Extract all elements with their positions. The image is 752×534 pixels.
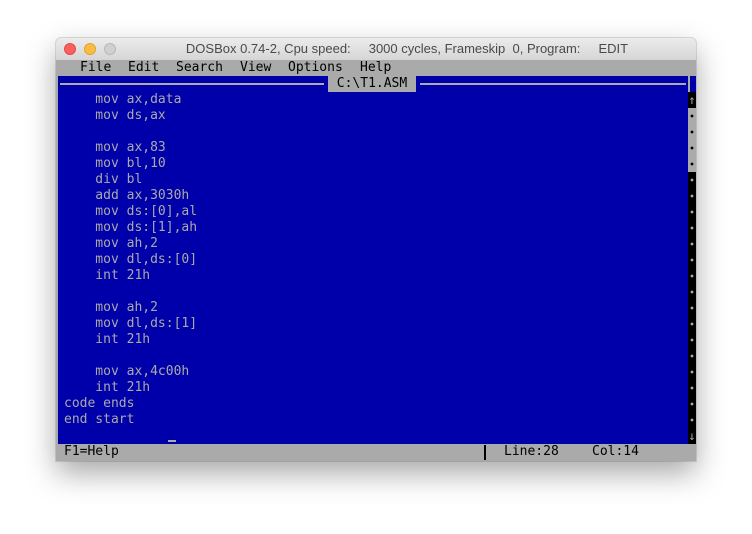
minimize-icon[interactable] [84,43,96,55]
code-line: div bl [64,172,143,187]
column-indicator: Col:14 [592,444,639,459]
window-title: DOSBox 0.74-2, Cpu speed: 3000 cycles, F… [185,41,629,56]
menu-options[interactable]: Options [288,60,343,76]
scroll-up-arrow-icon[interactable]: ↑ [688,92,696,108]
code-line: mov ax,4c00h [64,364,190,379]
file-name: C:\T1.ASM [328,76,416,92]
editor-text-area[interactable]: mov ax,data mov ds,ax mov ax,83 mov bl,1… [56,92,688,444]
code-line: int 21h [64,380,151,395]
edit-screen: File Edit Search View Options Help C:\T1… [56,60,696,461]
line-indicator: Line:28 [504,444,559,459]
text-cursor [168,440,176,442]
title-bar: DOSBox 0.74-2, Cpu speed: 3000 cycles, F… [56,38,696,61]
frame-left-edge [56,76,58,92]
status-bar: F1=Help Line:28 Col:14 [56,444,696,461]
code-line: mov ds,ax [64,108,166,123]
frame-line-left [60,83,324,85]
frame-right-edge [688,76,690,92]
code-line: mov ds:[0],al [64,204,198,219]
code-line: mov ax,83 [64,140,166,155]
vertical-scrollbar[interactable]: ↑ ↓ [688,92,696,444]
code-line: int 21h [64,268,151,283]
dosbox-window: DOSBox 0.74-2, Cpu speed: 3000 cycles, F… [56,38,696,461]
menu-view[interactable]: View [240,60,271,76]
menu-file[interactable]: File [80,60,111,76]
code-line: int 21h [64,332,151,347]
code-line: mov ax,data [64,92,182,107]
menu-search[interactable]: Search [176,60,223,76]
code-line: mov dl,ds:[0] [64,252,198,267]
status-separator [484,445,486,460]
menu-edit[interactable]: Edit [128,60,159,76]
menu-bar: File Edit Search View Options Help [56,60,696,76]
code-line: add ax,3030h [64,188,190,203]
code-line: end start [64,412,135,427]
code-line: mov dl,ds:[1] [64,316,198,331]
menu-help[interactable]: Help [360,60,391,76]
code-line: mov bl,10 [64,156,166,171]
file-title-bar: C:\T1.ASM [56,76,696,92]
help-hint[interactable]: F1=Help [64,444,119,460]
maximize-icon[interactable] [104,43,116,55]
code-line: mov ah,2 [64,300,158,315]
code-line: mov ds:[1],ah [64,220,198,235]
scroll-thumb[interactable] [688,108,696,172]
scroll-down-arrow-icon[interactable]: ↓ [688,428,696,444]
close-icon[interactable] [64,43,76,55]
code-line: code ends [64,396,135,411]
frame-line-right [420,83,686,85]
code-line: mov ah,2 [64,236,158,251]
